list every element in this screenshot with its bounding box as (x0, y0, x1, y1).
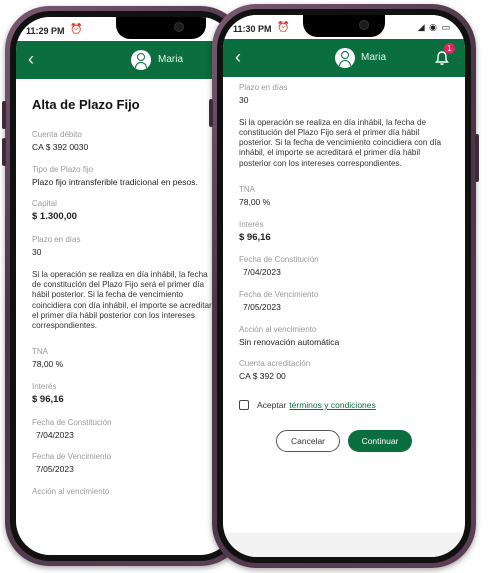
status-time: 11:30 PM (233, 24, 272, 34)
info-text: Si la operación se realiza en día inhábi… (239, 117, 442, 168)
field-cuenta-acreditacion: Cuenta acreditación CA $ 392 00 (239, 359, 449, 382)
field-tna: TNA 78,00 % (239, 185, 449, 208)
system-nav-bar (223, 533, 465, 557)
field-interes: Interés $ 96,16 (32, 382, 218, 406)
field-value: $ 96,16 (32, 393, 64, 405)
field-label: Cuenta débito (32, 130, 82, 139)
page-title: Alta de Plazo Fijo (32, 97, 140, 112)
field-tna: TNA 78,00 % (32, 347, 218, 370)
field-value: 7/05/2023 (36, 464, 74, 475)
back-phone-frame: 11:29 PM ⏰ ‹ Maria Alta de Plazo Fijo Cu… (2, 6, 245, 566)
back-phone-screen: 11:29 PM ⏰ ‹ Maria Alta de Plazo Fijo Cu… (16, 17, 234, 555)
field-label: Plazo en días (239, 83, 288, 92)
alarm-icon: ⏰ (70, 24, 83, 35)
camera-icon (174, 22, 184, 32)
field-value: Sin renovación automática (239, 336, 340, 347)
field-label: Acción al vencimiento (239, 324, 317, 334)
field-value: $ 96,16 (239, 231, 271, 243)
field-label: Fecha de Vencimiento (32, 452, 112, 462)
back-icon[interactable]: ‹ (28, 49, 34, 69)
front-phone-frame: 11:30 PM ⏰ ◢ ◉ ▭ ‹ Maria 1 Plazo en días… (209, 4, 479, 568)
terms-checkbox[interactable] (239, 399, 249, 410)
field-label: Capital (32, 199, 57, 209)
field-accion-vencimiento: Acción al vencimiento Sin renovación aut… (239, 325, 449, 348)
field-accion-vencimiento: Acción al vencimiento (32, 487, 218, 496)
back-icon[interactable]: ‹ (235, 47, 241, 67)
action-buttons: Cancelar Continuar (239, 429, 449, 452)
field-label: Interés (239, 219, 264, 229)
user-name: Maria (158, 54, 184, 65)
app-header: ‹ Maria (16, 41, 234, 79)
field-interes: Interés $ 96,16 (239, 220, 449, 244)
field-value: Plazo fijo intransferible tradicional en… (32, 176, 198, 187)
field-value: CA $ 392 00 (239, 371, 286, 382)
field-value: 78,00 % (32, 359, 64, 370)
status-time: 11:29 PM (26, 26, 65, 36)
field-label: Interés (32, 381, 57, 391)
volume-button (2, 101, 6, 129)
user-avatar-icon[interactable] (335, 48, 355, 68)
field-value: $ 1.300,00 (32, 211, 77, 223)
continue-button[interactable]: Continuar (348, 429, 412, 452)
user-name: Maria (361, 52, 387, 63)
field-value: 78,00 % (239, 196, 271, 207)
field-plazo-dias: Plazo en días 30 (32, 235, 218, 258)
terms-row: Aceptar términos y condiciones (239, 399, 449, 410)
notification-badge: 1 (444, 43, 455, 54)
field-label: Plazo en días (32, 235, 81, 245)
terms-link[interactable]: términos y condiciones (289, 400, 375, 410)
field-value: 7/04/2023 (36, 429, 74, 440)
field-label: TNA (32, 347, 48, 357)
info-text: Si la operación se realiza en día inhábi… (32, 269, 217, 330)
notification-bell-icon[interactable]: 1 (433, 43, 455, 67)
field-label: TNA (239, 184, 255, 194)
field-capital: Capital $ 1.300,00 (32, 199, 218, 223)
terms-prefix: Aceptar (257, 399, 287, 410)
camera-notch (116, 17, 206, 39)
front-phone-screen: 11:30 PM ⏰ ◢ ◉ ▭ ‹ Maria 1 Plazo en días… (223, 15, 465, 557)
field-cuenta-debito: Cuenta débito CA $ 392 0030 (32, 130, 218, 153)
volume-button (2, 138, 6, 166)
user-avatar-icon[interactable] (131, 50, 151, 70)
camera-notch (303, 15, 385, 37)
field-label: Tipo de Plazo fijo (32, 164, 94, 174)
field-label: Acción al vencimiento (32, 487, 110, 496)
volume-button (209, 99, 213, 127)
field-label: Fecha de Constitución (239, 255, 319, 265)
field-fecha-vencimiento: Fecha de Vencimiento 7/05/2023 (239, 290, 449, 313)
power-button (475, 134, 479, 182)
alarm-icon: ⏰ (277, 22, 290, 33)
cancel-button[interactable]: Cancelar (276, 429, 340, 452)
field-value: CA $ 392 0030 (32, 142, 89, 152)
field-label: Fecha de Constitución (32, 417, 112, 427)
field-fecha-constitucion: Fecha de Constitución 7/04/2023 (32, 418, 218, 441)
field-plazo-dias: Plazo en días 30 (239, 83, 449, 106)
field-fecha-constitucion: Fecha de Constitución 7/04/2023 (239, 255, 449, 278)
field-label: Fecha de Vencimiento (239, 290, 319, 299)
signal-wifi-battery-icon: ◢ ◉ ▭ (417, 22, 451, 32)
field-value: 7/04/2023 (243, 267, 281, 278)
form-content: Alta de Plazo Fijo Cuenta débito CA $ 39… (16, 79, 234, 496)
field-value: 30 (239, 95, 249, 105)
field-fecha-vencimiento: Fecha de Vencimiento 7/05/2023 (32, 452, 218, 475)
field-label: Cuenta acreditación (239, 359, 311, 369)
form-content: Plazo en días 30 Si la operación se real… (223, 77, 465, 452)
field-value: 30 (32, 247, 42, 258)
field-value: 7/05/2023 (243, 302, 281, 312)
app-header: ‹ Maria 1 (223, 39, 465, 77)
field-tipo-plazo: Tipo de Plazo fijo Plazo fijo intransfer… (32, 165, 218, 188)
camera-icon (359, 20, 369, 30)
